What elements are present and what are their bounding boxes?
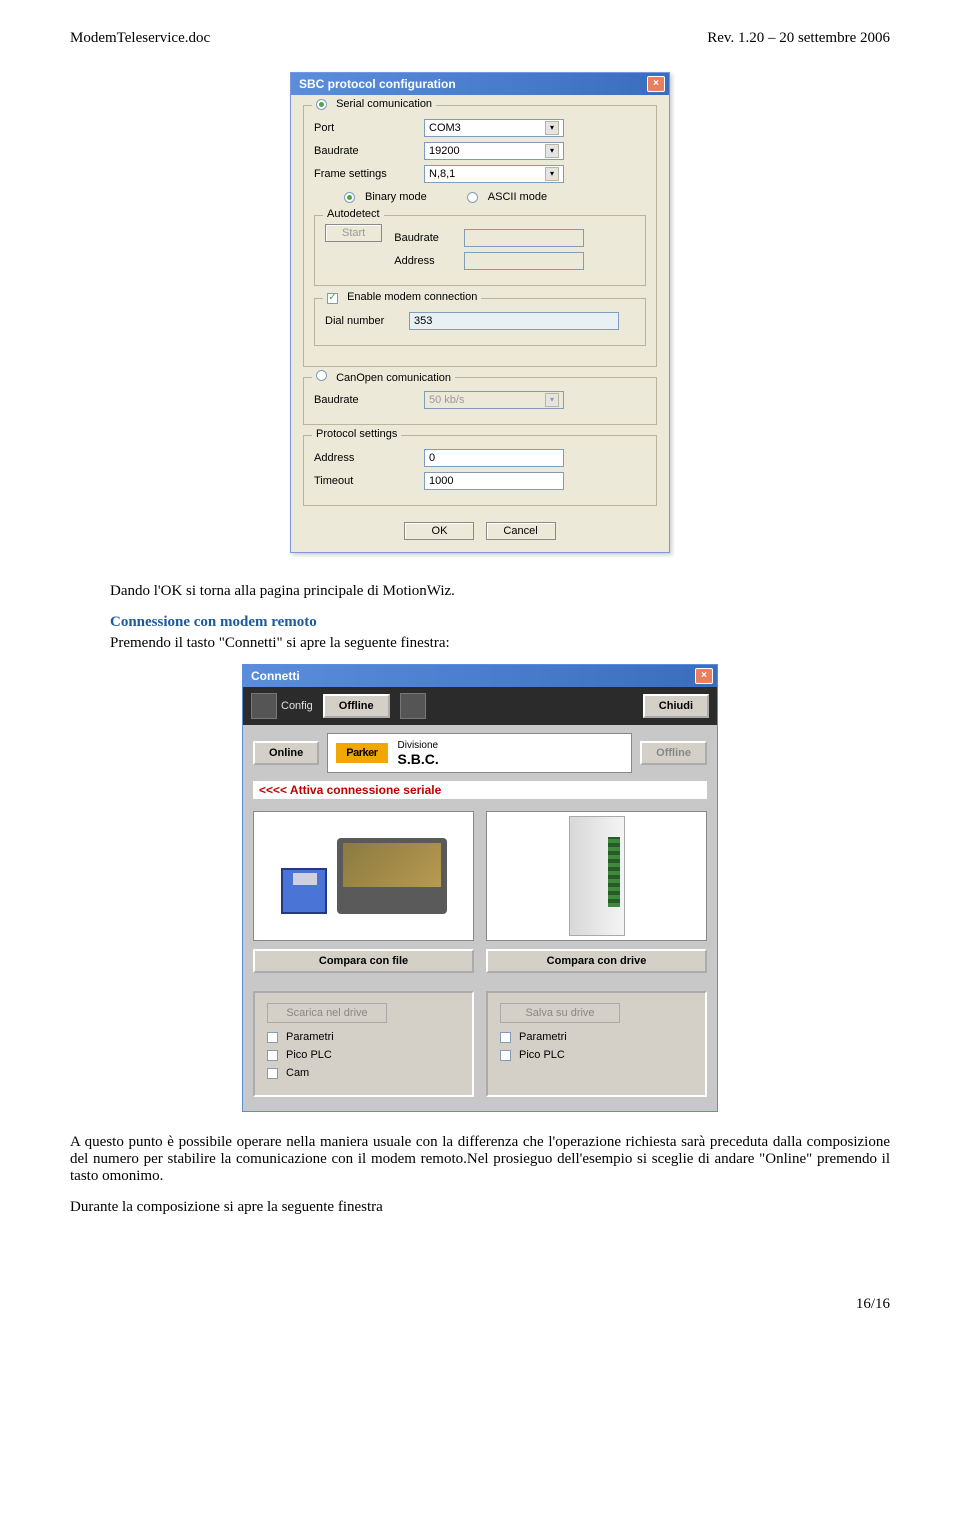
ad-baud-field[interactable] — [464, 229, 584, 247]
cancel-button[interactable]: Cancel — [486, 522, 556, 540]
status-serial-connection: <<<< Attiva connessione seriale — [253, 781, 707, 799]
modem-group: Enable modem connection Dial number 353 — [314, 298, 646, 346]
dialog-title: Connetti — [251, 669, 300, 683]
parametri-label: Parametri — [286, 1031, 334, 1043]
barrier-icon — [400, 693, 426, 719]
baudrate-label: Baudrate — [314, 145, 424, 157]
drive-image-panel — [486, 811, 707, 941]
autodetect-label: Autodetect — [323, 208, 384, 220]
chevron-down-icon[interactable]: ▾ — [545, 144, 559, 158]
dialog-title: SBC protocol configuration — [299, 77, 456, 91]
serial-group-label: Serial comunication — [336, 98, 432, 110]
chevron-down-icon[interactable]: ▾ — [545, 121, 559, 135]
can-baud-select: 50 kb/s ▾ — [424, 391, 564, 409]
frame-select[interactable]: N,8,1 ▾ — [424, 165, 564, 183]
chevron-down-icon: ▾ — [545, 393, 559, 407]
ok-button[interactable]: OK — [404, 522, 474, 540]
config-label: Config — [281, 700, 313, 712]
serial-radio[interactable] — [316, 99, 327, 110]
timeout-input[interactable]: 1000 — [424, 472, 564, 490]
salva-button[interactable]: Salva su drive — [500, 1003, 620, 1023]
can-baud-label: Baudrate — [314, 394, 424, 406]
baudrate-select[interactable]: 19200 ▾ — [424, 142, 564, 160]
baudrate-value: 19200 — [429, 145, 460, 157]
dial-number-value: 353 — [414, 315, 432, 327]
close-icon[interactable]: × — [695, 668, 713, 684]
compara-file-button[interactable]: Compara con file — [253, 949, 474, 973]
addr-label: Address — [314, 452, 424, 464]
offline-badge: Offline — [323, 694, 390, 718]
section-heading: Connessione con modem remoto — [110, 614, 890, 631]
dial-number-input[interactable]: 353 — [409, 312, 619, 330]
file-image-panel — [253, 811, 474, 941]
config-icon[interactable] — [251, 693, 277, 719]
port-value: COM3 — [429, 122, 461, 134]
close-icon[interactable]: × — [647, 76, 665, 92]
compara-drive-button[interactable]: Compara con drive — [486, 949, 707, 973]
laptop-icon — [337, 838, 447, 914]
enable-modem-checkbox[interactable] — [327, 293, 338, 304]
body-line-1: Dando l'OK si torna alla pagina principa… — [110, 583, 890, 600]
paragraph-1: A questo punto è possibile operare nella… — [70, 1134, 890, 1185]
picoplc-checkbox-2[interactable] — [500, 1050, 511, 1061]
address-value: 0 — [429, 452, 435, 464]
binary-label: Binary mode — [365, 191, 427, 203]
port-select[interactable]: COM3 ▾ — [424, 119, 564, 137]
protocol-group: Protocol settings Address 0 Timeout 1000 — [303, 435, 657, 506]
picoplc-label-2: Pico PLC — [519, 1049, 565, 1061]
cam-checkbox[interactable] — [267, 1068, 278, 1079]
parker-logo: Parker — [336, 743, 387, 763]
autodetect-group: Autodetect Start Baudrate Address — [314, 215, 646, 286]
picoplc-checkbox[interactable] — [267, 1050, 278, 1061]
sbc-logo: Divisione S.B.C. — [398, 740, 439, 767]
parametri-label-2: Parametri — [519, 1031, 567, 1043]
online-button[interactable]: Online — [253, 741, 319, 765]
cam-label: Cam — [286, 1067, 309, 1079]
modem-group-label: Enable modem connection — [347, 291, 477, 303]
port-label: Port — [314, 122, 424, 134]
body-line-2: Premendo il tasto "Connetti" si apre la … — [110, 635, 890, 652]
address-input[interactable]: 0 — [424, 449, 564, 467]
chiudi-button[interactable]: Chiudi — [643, 694, 709, 718]
serial-group: Serial comunication Port COM3 ▾ Baudrate… — [303, 105, 657, 367]
frame-label: Frame settings — [314, 168, 424, 180]
start-button[interactable]: Start — [325, 224, 382, 242]
offline-button[interactable]: Offline — [640, 741, 707, 765]
timeout-value: 1000 — [429, 475, 453, 487]
binary-radio[interactable] — [344, 192, 355, 203]
parametri-checkbox[interactable] — [267, 1032, 278, 1043]
canopen-radio[interactable] — [316, 370, 327, 381]
connetti-dialog: Connetti × Config Offline Chiudi Online … — [242, 664, 718, 1112]
frame-value: N,8,1 — [429, 168, 455, 180]
ascii-label: ASCII mode — [488, 191, 547, 203]
paragraph-2: Durante la composizione si apre la segue… — [70, 1199, 890, 1216]
protocol-label: Protocol settings — [312, 428, 401, 440]
floppy-icon — [281, 868, 327, 914]
parametri-checkbox-2[interactable] — [500, 1032, 511, 1043]
ad-addr-label: Address — [394, 255, 464, 267]
doc-revision: Rev. 1.20 – 20 settembre 2006 — [707, 30, 890, 47]
scarica-button[interactable]: Scarica nel drive — [267, 1003, 387, 1023]
ad-baud-label: Baudrate — [394, 232, 464, 244]
doc-filename: ModemTeleservice.doc — [70, 30, 210, 47]
dialog-titlebar: SBC protocol configuration × — [291, 73, 669, 95]
timeout-label: Timeout — [314, 475, 424, 487]
dial-label: Dial number — [325, 315, 409, 327]
can-baud-value: 50 kb/s — [429, 394, 464, 406]
salva-panel: Salva su drive Parametri Pico PLC — [486, 991, 707, 1097]
canopen-group: CanOpen comunication Baudrate 50 kb/s ▾ — [303, 377, 657, 425]
sbc-protocol-dialog: SBC protocol configuration × Serial comu… — [290, 72, 670, 553]
logo-panel: Parker Divisione S.B.C. — [327, 733, 632, 773]
canopen-label: CanOpen comunication — [336, 372, 451, 384]
picoplc-label: Pico PLC — [286, 1049, 332, 1061]
scarica-panel: Scarica nel drive Parametri Pico PLC Cam — [253, 991, 474, 1097]
page-number: 16/16 — [70, 1296, 890, 1313]
drive-icon — [569, 816, 625, 936]
ascii-radio[interactable] — [467, 192, 478, 203]
chevron-down-icon[interactable]: ▾ — [545, 167, 559, 181]
toolbar: Config Offline Chiudi — [243, 687, 717, 725]
ad-addr-field[interactable] — [464, 252, 584, 270]
dialog-titlebar: Connetti × — [243, 665, 717, 687]
